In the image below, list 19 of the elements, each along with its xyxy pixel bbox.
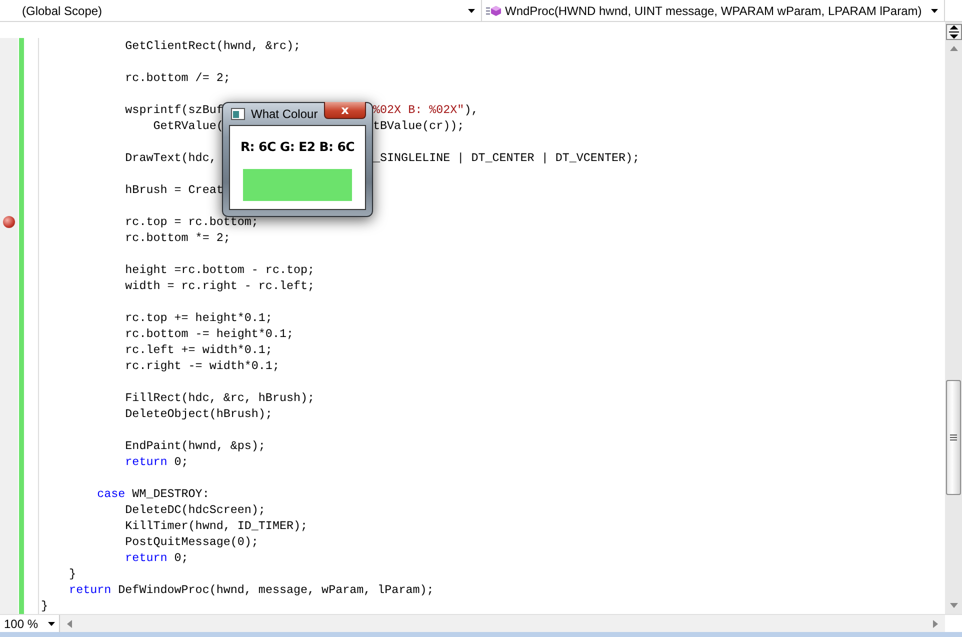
close-button[interactable]: x <box>324 102 366 119</box>
scrollbar-thumb[interactable] <box>946 380 961 495</box>
scroll-up-icon[interactable] <box>950 46 958 51</box>
scroll-down-icon[interactable] <box>950 603 958 608</box>
color-reading: R: 6C G: E2 B: 6C <box>240 139 355 154</box>
app-icon <box>231 108 245 120</box>
caret-icon <box>931 8 938 12</box>
horizontal-scrollbar[interactable] <box>60 615 945 632</box>
breakpoint-icon[interactable] <box>3 216 15 228</box>
window-title: What Colour <box>251 107 318 121</box>
split-icon[interactable] <box>946 24 962 40</box>
caret-icon <box>48 622 55 626</box>
cube-icon <box>486 4 502 16</box>
caret-icon <box>468 8 475 12</box>
scroll-right-icon[interactable] <box>933 620 938 628</box>
scope-dropdown[interactable]: (Global Scope) <box>0 0 482 21</box>
scroll-left-icon[interactable] <box>67 620 72 628</box>
member-dropdown[interactable]: WndProc(HWND hwnd, UINT message, WPARAM wParam, LPARAM lParam) <box>482 0 945 21</box>
vertical-scrollbar[interactable] <box>945 22 962 614</box>
